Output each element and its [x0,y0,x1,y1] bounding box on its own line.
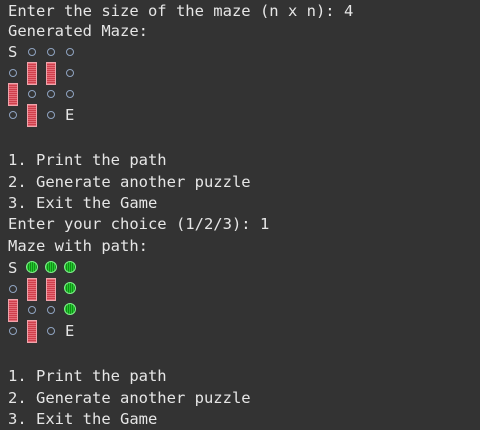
open-cell-icon [47,48,55,56]
maze-cell-open [27,300,47,321]
maze-cell-path [64,300,85,321]
maze-row: E [8,104,128,127]
end-label: E [65,106,75,124]
maze-cell-wall [27,62,47,85]
maze-cell-path [26,258,47,279]
menu-option-print-path: 1. Print the path [8,367,167,385]
maze-cell-path [64,258,85,279]
start-label: S [8,43,18,61]
maze-cell-open [8,321,28,342]
maze-cell-wall [8,299,28,322]
maze-end-marker: E [65,321,85,342]
start-label: S [8,259,18,277]
maze-cell-path [64,279,85,300]
maze-cell-open [8,105,28,126]
maze-row: S [8,42,128,63]
maze-cell-wall [27,278,47,301]
path-dot-icon [45,261,57,273]
open-cell-icon [47,306,55,314]
menu-option-generate-puzzle: 2. Generate another puzzle [8,173,251,191]
maze-cell-open [65,63,85,84]
maze-row [8,83,128,106]
maze-row: E [8,320,128,343]
maze-cell-path [45,258,66,279]
open-cell-icon [66,48,74,56]
wall-block-icon [8,83,18,106]
open-cell-icon [47,327,55,335]
maze-end-marker: E [65,105,85,126]
maze-cell-open [46,105,66,126]
maze-cell-wall [8,83,28,106]
open-cell-icon [28,90,36,98]
wall-block-icon [8,299,18,322]
maze-cell-open [46,300,66,321]
path-dot-icon [64,261,76,273]
maze-cell-open [27,42,47,63]
path-dot-icon [64,303,76,315]
maze-cell-wall [27,320,47,343]
maze-row [8,278,128,301]
generated-maze-heading: Generated Maze: [8,22,148,40]
open-cell-icon [9,69,17,77]
wall-block-icon [27,62,37,85]
open-cell-icon [47,90,55,98]
maze-cell-open [65,42,85,63]
wall-block-icon [27,104,37,127]
menu-option-print-path: 1. Print the path [8,151,167,169]
open-cell-icon [28,306,36,314]
maze-with-path-heading: Maze with path: [8,237,148,255]
open-cell-icon [9,327,17,335]
menu-option-generate-puzzle: 2. Generate another puzzle [8,389,251,407]
maze-cell-open [46,321,66,342]
open-cell-icon [66,90,74,98]
path-dot-icon [64,282,76,294]
maze-start-marker: S [8,258,28,279]
maze-cell-wall [27,104,47,127]
terminal-output: Enter the size of the maze (n x n): 4 Ge… [8,0,476,430]
maze-cell-open [46,84,66,105]
maze-cell-open [27,84,47,105]
menu-option-exit-game: 3. Exit the Game [8,410,158,428]
maze-row [8,299,128,322]
open-cell-icon [66,69,74,77]
maze-cell-open [8,279,28,300]
open-cell-icon [9,111,17,119]
maze-cell-wall [46,62,66,85]
menu-option-exit-game: 3. Exit the Game [8,194,158,212]
open-cell-icon [9,285,17,293]
maze-cell-wall [46,278,66,301]
wall-block-icon [27,320,37,343]
wall-block-icon [27,278,37,301]
maze-row [8,62,128,85]
wall-block-icon [46,62,56,85]
path-dot-icon [26,261,38,273]
maze-cell-open [46,42,66,63]
end-label: E [65,322,75,340]
maze-row: S [8,258,128,279]
maze-cell-open [65,84,85,105]
maze-cell-open [8,63,28,84]
maze-start-marker: S [8,42,28,63]
size-prompt-line: Enter the size of the maze (n x n): 4 [8,2,354,20]
wall-block-icon [46,278,56,301]
open-cell-icon [47,111,55,119]
choice-prompt-line: Enter your choice (1/2/3): 1 [8,215,270,233]
open-cell-icon [28,48,36,56]
